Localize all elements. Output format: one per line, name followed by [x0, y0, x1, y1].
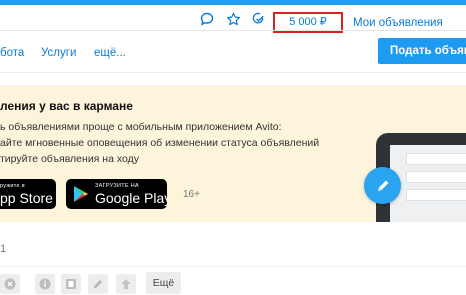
app-promo-banner: ления у вас в кармане ь объявлениями про…: [0, 85, 466, 222]
nav-item-work[interactable]: бота: [0, 47, 24, 59]
my-ads-link[interactable]: Мои объявления: [353, 17, 443, 29]
nav-item-services[interactable]: Услуги: [41, 47, 76, 59]
promote-icon[interactable]: [61, 274, 81, 294]
phone-screen-row: [406, 189, 466, 201]
chat-icon[interactable]: [199, 11, 215, 27]
google-play-big-text: Google Play: [95, 190, 167, 206]
edit-icon[interactable]: [88, 274, 108, 294]
actions-divider: [0, 266, 466, 267]
header: 5 000 ₽ Мои объявления: [0, 5, 466, 33]
phone-screen-row: [406, 153, 466, 165]
google-play-small-text: ЗАГРУЗИТЕ НА: [95, 183, 139, 189]
notification-check-icon[interactable]: [250, 11, 266, 27]
app-store-big-text: pp Store: [0, 190, 53, 206]
star-icon[interactable]: [225, 11, 241, 27]
pencil-icon: [364, 167, 401, 204]
promo-title: ления у вас в кармане: [0, 99, 133, 113]
promo-line: тируйте объявления на ходу: [0, 153, 139, 165]
promo-line: ь объявлениями проще с мобильным приложе…: [0, 121, 282, 133]
more-actions-button[interactable]: Ещё: [146, 272, 181, 294]
raise-arrow-icon[interactable]: [116, 274, 136, 294]
age-rating: 16+: [183, 189, 200, 200]
app-store-small-text: ружите в: [0, 183, 25, 189]
google-play-button[interactable]: ЗАГРУЗИТЕ НА Google Play: [66, 179, 167, 209]
phone-screen-row: [406, 171, 466, 183]
ads-count: 1: [0, 243, 7, 255]
page: 5 000 ₽ Мои объявления бота Услуги ещё..…: [0, 0, 466, 295]
nav-divider: [0, 72, 466, 73]
info-icon[interactable]: [35, 274, 55, 294]
app-store-button[interactable]: ружите в pp Store: [0, 179, 56, 209]
nav-item-more[interactable]: ещё...: [94, 47, 126, 59]
google-play-icon: [73, 185, 89, 208]
close-icon[interactable]: [0, 274, 20, 294]
post-ad-button[interactable]: Подать объявл: [378, 38, 466, 64]
promo-line: айте мгновенные оповещения об изменении …: [0, 137, 320, 149]
phone-screen: [390, 145, 466, 222]
